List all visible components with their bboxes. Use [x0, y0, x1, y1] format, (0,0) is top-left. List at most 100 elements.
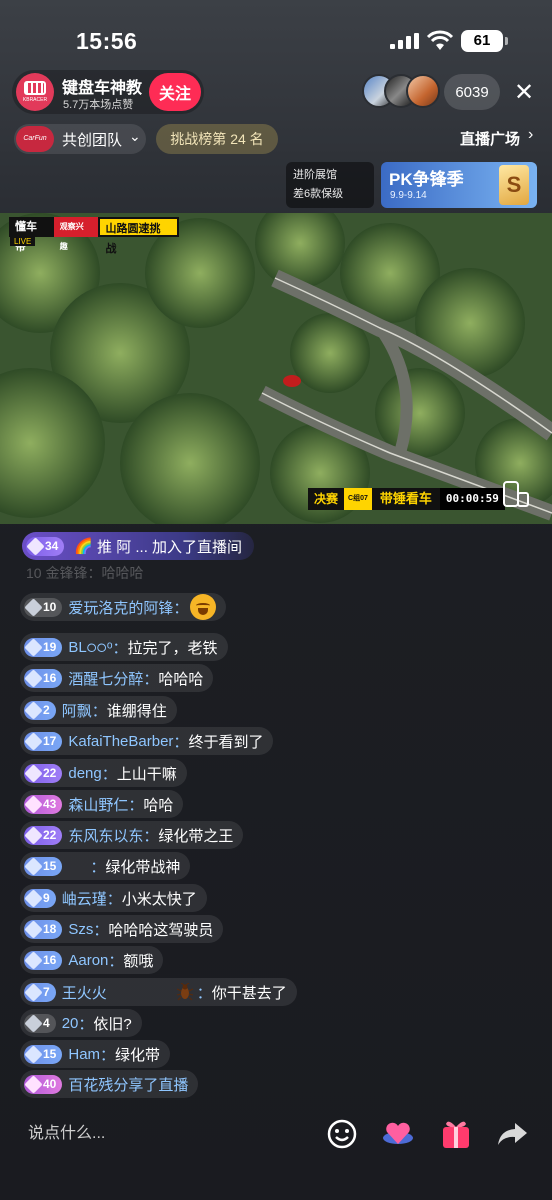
race-info-bar: 决赛 C组07 带锤看车 00:00:59	[308, 488, 505, 510]
event-title: 山路圆速挑战	[97, 217, 179, 255]
player-name: 带锤看车	[371, 488, 440, 510]
chat-username[interactable]: 森山野仁	[68, 794, 128, 815]
level-badge: 9	[24, 888, 56, 908]
heart-gift-icon[interactable]	[380, 1116, 416, 1152]
chat-message[interactable]: 22 东风东以东： 绿化带之王	[20, 821, 244, 849]
wifi-icon	[426, 30, 454, 50]
chat-message[interactable]: 22 deng： 上山干嘛	[20, 759, 187, 787]
chat-username[interactable]: 东风东以东	[68, 825, 143, 846]
chat-message[interactable]: 4 20： 依旧?	[20, 1009, 142, 1037]
close-button[interactable]: ✕	[508, 76, 540, 108]
level-badge: 22	[24, 825, 63, 845]
level-badge: 16	[24, 950, 63, 970]
exhibition-card[interactable]: 进阶展馆 差6款保级	[286, 162, 374, 208]
chat-message[interactable]: 40 百花残 分享了直播	[20, 1070, 199, 1098]
level-badge: 4	[24, 1013, 56, 1033]
chat-text: 依旧?	[93, 1015, 132, 1033]
chat-username[interactable]: KafaiTheBarber	[68, 733, 173, 750]
chat-username[interactable]: deng	[68, 765, 101, 782]
join-text: 推 阿 ... 加入了直播间	[97, 538, 243, 556]
comment-input[interactable]: 说点什么...	[16, 1114, 316, 1154]
top-viewers[interactable]	[362, 74, 442, 110]
host-likes: 5.7万本场点赞	[63, 99, 134, 111]
challenge-rank-badge[interactable]: 挑战榜第 24 名	[156, 124, 278, 154]
chat-text: 绿化带战神	[105, 858, 181, 876]
status-bar: 15:56 61	[0, 0, 552, 72]
chat-username[interactable]: Szs	[68, 921, 93, 938]
chat-username[interactable]: 酒醒七分醉	[68, 668, 143, 689]
cellular-signal-icon	[390, 33, 419, 49]
chat-message[interactable]: 2 阿飘： 谁绷得住	[20, 696, 177, 724]
season-medal-icon: S	[499, 165, 529, 205]
clock: 15:56	[76, 28, 138, 54]
host-name: 键盘车神教	[62, 80, 143, 97]
host-avatar[interactable]: KBRACER	[16, 73, 54, 111]
rotate-screen-icon[interactable]	[500, 479, 530, 509]
stream-brand-banner: 懂车帝 观察兴趣 山路圆速挑战	[9, 217, 179, 255]
chat-message[interactable]: 43 森山野仁： 哈哈	[20, 790, 184, 818]
chat-message[interactable]: 18 Szs： 哈哈哈这驾驶员	[20, 915, 224, 943]
chat-text: 拉完了，老铁	[127, 639, 218, 657]
chat-username[interactable]: 百花残	[68, 1074, 113, 1095]
level-badge: 10	[24, 597, 63, 617]
chat-message[interactable]: 15 ： 绿化带战神	[20, 852, 191, 880]
live-video[interactable]: 懂车帝 观察兴趣 山路圆速挑战 LIVE 决赛 C组07 带锤看车 00:00:…	[0, 213, 552, 524]
level-badge: 15	[24, 1044, 63, 1064]
chat-text: 哈哈哈这驾驶员	[108, 921, 214, 939]
team-logo: CarFun	[16, 126, 54, 152]
live-plaza-link[interactable]: 直播广场	[460, 128, 520, 149]
viewer-avatar[interactable]	[406, 74, 440, 108]
laughing-emoji-icon	[190, 594, 217, 620]
cockroach-icon	[176, 983, 193, 1001]
chat-text: 绿化带之王	[158, 827, 234, 845]
brand-sub: 观察兴趣	[53, 217, 98, 251]
viewer-count[interactable]: 6039	[444, 74, 500, 110]
exhibition-title: 进阶展馆	[293, 169, 337, 181]
host-avatar-text: KBRACER	[22, 97, 48, 103]
chevron-down-icon: ⌄	[129, 128, 141, 144]
share-arrow-icon[interactable]	[494, 1116, 530, 1152]
chat-username[interactable]: Ham	[68, 1046, 100, 1063]
pk-season-banner[interactable]: PK争锋季 9.9-9.14 S	[381, 162, 537, 208]
chat-message[interactable]: 16 Aaron： 额哦	[20, 946, 164, 974]
keyboard-icon	[24, 81, 46, 95]
level-badge: 43	[24, 794, 63, 814]
level-badge: 15	[24, 856, 63, 876]
chat-text: 终于看到了	[188, 733, 264, 751]
chat-text: 小米太快了	[121, 890, 197, 908]
chat-username[interactable]: BL੦੦ᵒ	[68, 639, 112, 656]
close-icon: ✕	[513, 78, 535, 106]
team-label: 共创团队	[62, 132, 123, 149]
emoji-button-icon[interactable]	[324, 1116, 360, 1152]
gift-box-icon[interactable]	[438, 1116, 474, 1152]
chat-message[interactable]: 15 Ham： 绿化带	[20, 1040, 171, 1068]
level-badge: 17	[24, 731, 63, 751]
follow-button[interactable]: 关注	[149, 73, 201, 111]
faded-chat-message: 10 金锋锋：哈哈哈	[26, 565, 144, 579]
chat-message[interactable]: 16 酒醒七分醉： 哈哈哈	[20, 664, 214, 692]
chat-username[interactable]: 20	[62, 1015, 79, 1032]
car-number: C组07	[344, 488, 372, 510]
chat-username[interactable]: 阿飘	[62, 700, 92, 721]
chat-username[interactable]: Aaron	[68, 952, 108, 969]
chat-text: 上山干嘛	[116, 765, 177, 783]
chat-text: 额哦	[123, 952, 154, 970]
pk-date: 9.9-9.14	[390, 190, 427, 201]
chat-text: 分享了直播	[113, 1076, 189, 1094]
rainbow-icon: 🌈	[74, 538, 94, 555]
chat-message[interactable]: 7 王火火 ： 你干甚去了	[20, 978, 297, 1006]
chat-message[interactable]: 19 BL੦੦ᵒ： 拉完了，老铁	[20, 633, 228, 661]
join-notice: 34 🌈 推 阿 ... 加入了直播间	[22, 532, 255, 560]
level-badge: 16	[24, 668, 63, 688]
exhibition-status: 差6款保级	[293, 188, 344, 200]
chat-message[interactable]: 10 爱玩洛克的阿锋：	[20, 593, 227, 621]
chat-message[interactable]: 9 岫云瑾： 小米太快了	[20, 884, 207, 912]
chat-username[interactable]: 岫云瑾	[62, 888, 107, 909]
chat-text: 哈哈哈	[158, 670, 204, 688]
chat-username[interactable]: 王火火	[62, 982, 107, 1003]
chat-username[interactable]: 爱玩洛克的阿锋	[68, 597, 173, 618]
live-tag: LIVE	[10, 237, 36, 246]
team-selector[interactable]: CarFun 共创团队 ⌄	[14, 124, 146, 154]
aerial-forest-road-image	[0, 213, 552, 524]
chat-message[interactable]: 17 KafaiTheBarber： 终于看到了	[20, 727, 274, 755]
